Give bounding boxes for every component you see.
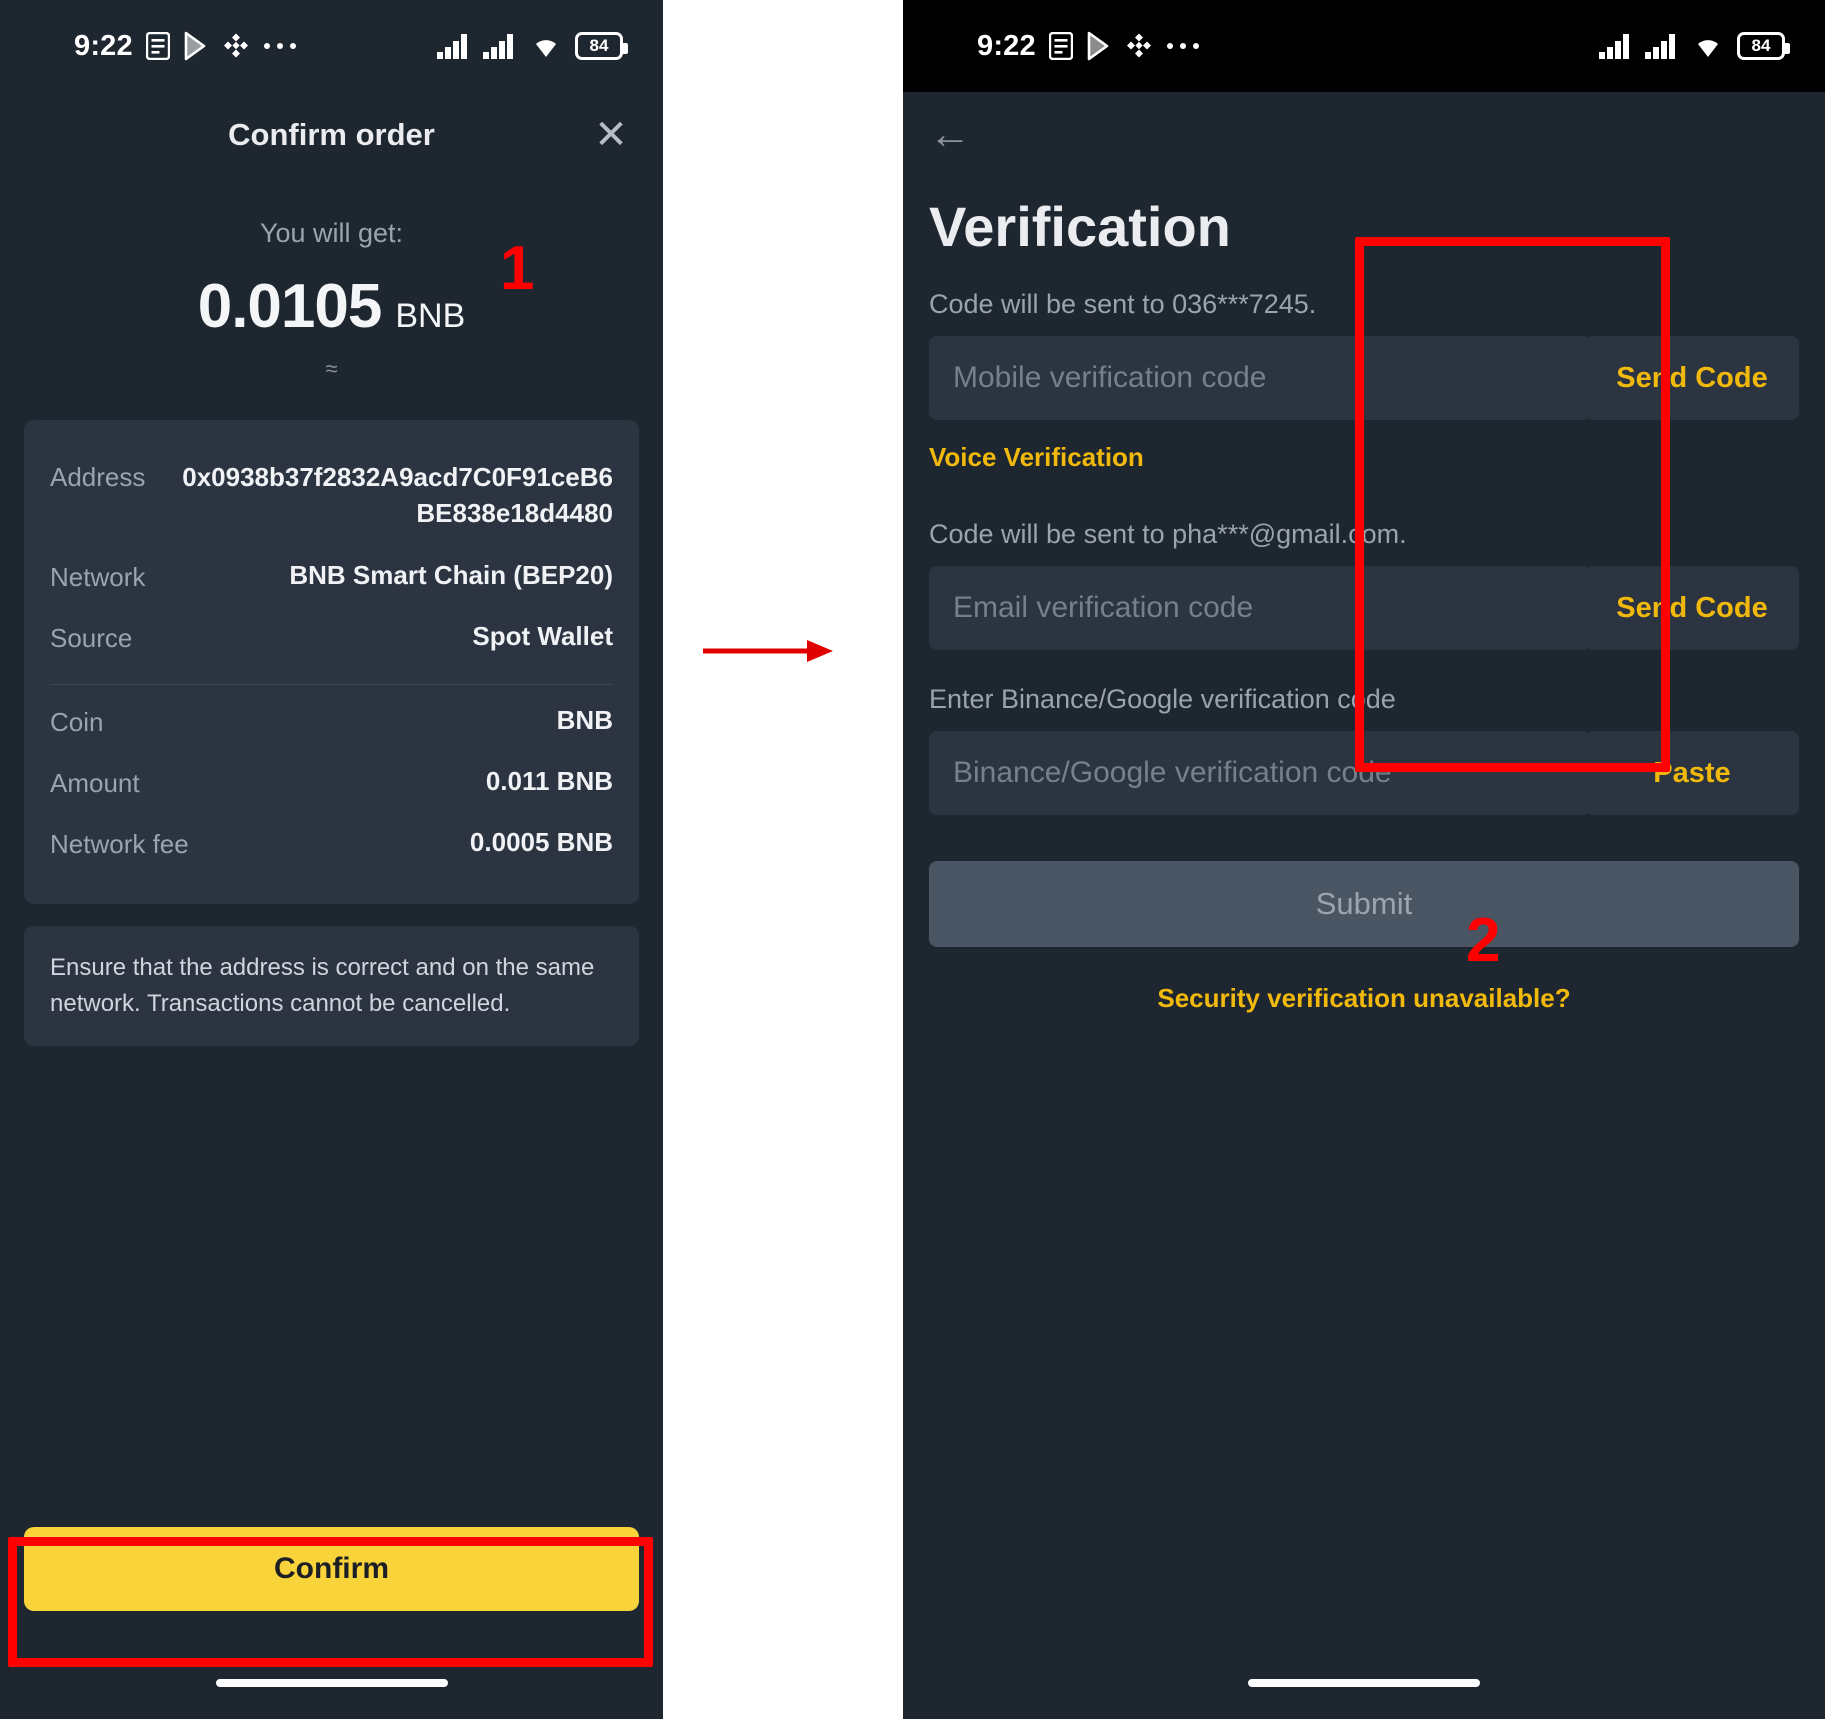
- auth-code-hint: Enter Binance/Google verification code: [929, 684, 1396, 714]
- email-send-code-button[interactable]: Send Code: [1585, 566, 1799, 650]
- status-bar-left: 9:22 84: [0, 0, 663, 92]
- back-nav-bar: ←: [903, 92, 1825, 176]
- summary-value: 0.0005 BNB: [469, 826, 613, 857]
- detail-key: Address: [50, 462, 146, 492]
- status-bar-time: 9:22: [977, 29, 1036, 62]
- detail-row-network: Network BNB Smart Chain (BEP20): [50, 546, 613, 607]
- security-verification-unavailable-link[interactable]: Security verification unavailable?: [903, 983, 1825, 1014]
- wifi-icon: [1691, 33, 1725, 59]
- signal-bars-icon: [1645, 33, 1679, 59]
- amount-display: 0.0105 BNB: [0, 271, 663, 342]
- detail-value: Spot Wallet: [472, 620, 613, 651]
- summary-value: BNB: [556, 704, 613, 735]
- more-dots-icon: [1166, 41, 1200, 51]
- auth-code-input[interactable]: Binance/Google verification code: [929, 731, 1591, 815]
- mobile-send-code-button[interactable]: Send Code: [1585, 336, 1799, 420]
- signal-bars-icon: [437, 33, 471, 59]
- binance-icon: [1125, 32, 1153, 60]
- detail-row-source: Source Spot Wallet: [50, 607, 613, 668]
- mobile-code-placeholder: Mobile verification code: [953, 361, 1267, 394]
- summary-key: Coin: [50, 706, 104, 737]
- summary-value: 0.011 BNB: [485, 765, 613, 796]
- amount-unit: BNB: [395, 297, 466, 335]
- amount-value: 0.0105: [197, 272, 383, 341]
- note-icon: [145, 32, 170, 60]
- email-code-hint: Code will be sent to pha***@gmail.com.: [929, 519, 1407, 549]
- confirm-order-header: Confirm order ✕: [0, 92, 663, 178]
- voice-verification-link[interactable]: Voice Verification: [903, 420, 1825, 473]
- status-bar-right: 9:22 84: [903, 0, 1825, 92]
- home-indicator: [215, 1679, 448, 1687]
- status-bar-time: 9:22: [74, 29, 133, 62]
- detail-value: 0x0938b37f2832A9acd7C0F91ceB6BE838e18d44…: [182, 462, 613, 528]
- mobile-code-input[interactable]: Mobile verification code: [929, 336, 1591, 420]
- confirm-button[interactable]: Confirm: [24, 1527, 639, 1611]
- back-arrow-icon[interactable]: ←: [929, 113, 971, 155]
- email-code-input[interactable]: Email verification code: [929, 566, 1591, 650]
- email-code-field-row: Email verification code Send Code: [903, 566, 1825, 650]
- right-phone-screen: 9:22 84 ← Verification Code will be sent…: [903, 0, 1825, 1719]
- email-code-placeholder: Email verification code: [953, 591, 1254, 624]
- detail-row-address: Address 0x0938b37f2832A9acd7C0F91ceB6BE8…: [50, 446, 613, 546]
- play-store-icon: [183, 31, 209, 61]
- summary-row-amount: Amount 0.011 BNB: [50, 752, 613, 813]
- play-store-icon: [1086, 31, 1112, 61]
- you-will-get-label: You will get:: [259, 218, 404, 248]
- mobile-code-hint: Code will be sent to 036***7245.: [929, 289, 1317, 319]
- left-phone-screen: 9:22 84 Confirm order ✕ You will get: 0.…: [0, 0, 663, 1719]
- close-icon[interactable]: ✕: [589, 113, 633, 157]
- signal-bars-icon: [483, 33, 517, 59]
- mobile-code-field-row: Mobile verification code Send Code: [903, 336, 1825, 420]
- approx-symbol: ≈: [325, 356, 338, 381]
- battery-icon: 84: [1737, 32, 1790, 60]
- signal-bars-icon: [1599, 33, 1633, 59]
- detail-key: Network: [50, 561, 146, 592]
- note-icon: [1048, 32, 1073, 60]
- paste-button[interactable]: Paste: [1585, 731, 1799, 815]
- screenshot-stage: 9:22 84 Confirm order ✕ You will get: 0.…: [0, 0, 1825, 1719]
- auth-code-placeholder: Binance/Google verification code: [953, 756, 1392, 789]
- battery-level: 84: [589, 36, 609, 55]
- more-dots-icon: [263, 41, 297, 51]
- wifi-icon: [529, 33, 563, 59]
- summary-row-coin: Coin BNB: [50, 691, 613, 752]
- submit-button[interactable]: Submit: [929, 861, 1799, 947]
- summary-key: Amount: [50, 767, 140, 798]
- flow-arrow-icon: [703, 640, 833, 662]
- battery-icon: 84: [575, 32, 628, 60]
- detail-key: Source: [50, 622, 133, 653]
- detail-value: BNB Smart Chain (BEP20): [289, 559, 613, 590]
- step-marker-1: 1: [500, 234, 535, 303]
- summary-key: Network fee: [50, 828, 189, 859]
- address-warning-notice: Ensure that the address is correct and o…: [24, 925, 639, 1046]
- auth-code-field-row: Binance/Google verification code Paste: [903, 731, 1825, 815]
- home-indicator: [1248, 1679, 1480, 1687]
- confirm-button-container: Confirm: [24, 1527, 639, 1611]
- binance-icon: [222, 32, 250, 60]
- battery-level: 84: [1751, 36, 1771, 55]
- page-title: Confirm order: [228, 117, 435, 152]
- step-marker-2: 2: [1466, 906, 1501, 975]
- card-divider: [50, 683, 613, 685]
- order-details-card: Address 0x0938b37f2832A9acd7C0F91ceB6BE8…: [24, 420, 639, 904]
- page-title: Verification: [929, 195, 1231, 258]
- summary-row-network-fee: Network fee 0.0005 BNB: [50, 813, 613, 874]
